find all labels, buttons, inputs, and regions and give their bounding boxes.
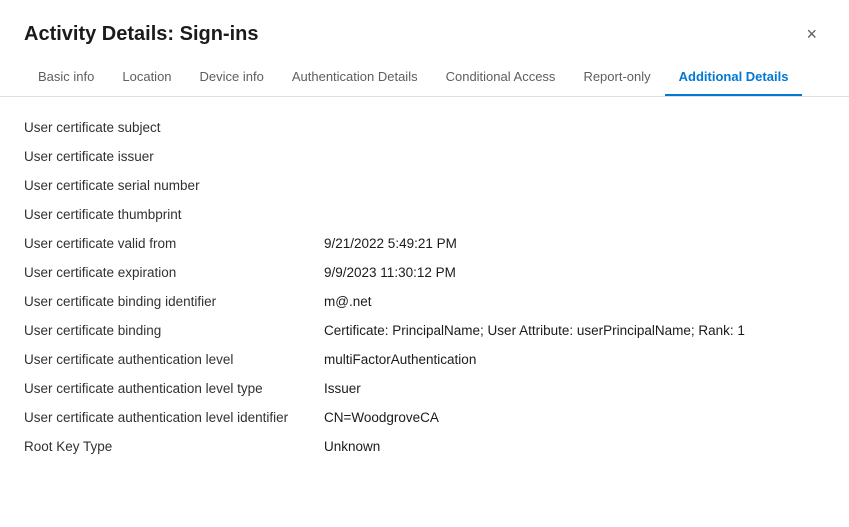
- table-row: User certificate binding identifierm@.ne…: [24, 287, 825, 316]
- detail-label: User certificate expiration: [24, 265, 324, 280]
- detail-label: User certificate subject: [24, 120, 324, 135]
- close-button[interactable]: ×: [798, 20, 825, 49]
- table-row: Root Key TypeUnknown: [24, 432, 825, 461]
- table-row: User certificate authentication level ty…: [24, 374, 825, 403]
- tab-location[interactable]: Location: [108, 59, 185, 96]
- panel-title: Activity Details: Sign-ins: [24, 23, 259, 46]
- detail-value: Unknown: [324, 439, 825, 454]
- tab-device-info[interactable]: Device info: [186, 59, 278, 96]
- detail-value: 9/9/2023 11:30:12 PM: [324, 265, 825, 280]
- detail-label: User certificate valid from: [24, 236, 324, 251]
- table-row: User certificate subject: [24, 113, 825, 142]
- tab-conditional-access[interactable]: Conditional Access: [432, 59, 570, 96]
- detail-label: User certificate issuer: [24, 149, 324, 164]
- tab-basic-info[interactable]: Basic info: [24, 59, 108, 96]
- detail-value: 9/21/2022 5:49:21 PM: [324, 236, 825, 251]
- table-row: User certificate authentication level id…: [24, 403, 825, 432]
- tab-additional-details[interactable]: Additional Details: [665, 59, 803, 96]
- detail-label: User certificate serial number: [24, 178, 324, 193]
- detail-label: User certificate authentication level: [24, 352, 324, 367]
- activity-details-panel: Activity Details: Sign-ins × Basic infoL…: [0, 0, 849, 527]
- tab-report-only[interactable]: Report-only: [569, 59, 664, 96]
- panel-header: Activity Details: Sign-ins ×: [0, 0, 849, 59]
- detail-value: Issuer: [324, 381, 825, 396]
- detail-label: Root Key Type: [24, 439, 324, 454]
- table-row: User certificate thumbprint: [24, 200, 825, 229]
- detail-label: User certificate binding identifier: [24, 294, 324, 309]
- table-row: User certificate valid from9/21/2022 5:4…: [24, 229, 825, 258]
- detail-label: User certificate authentication level ty…: [24, 381, 324, 396]
- detail-label: User certificate thumbprint: [24, 207, 324, 222]
- table-row: User certificate authentication levelmul…: [24, 345, 825, 374]
- tab-authentication-details[interactable]: Authentication Details: [278, 59, 432, 96]
- tab-bar: Basic infoLocationDevice infoAuthenticat…: [0, 59, 849, 97]
- detail-label: User certificate binding: [24, 323, 324, 338]
- detail-value: CN=WoodgroveCA: [324, 410, 825, 425]
- table-row: User certificate serial number: [24, 171, 825, 200]
- content-area: User certificate subject User certificate…: [0, 97, 849, 527]
- table-row: User certificate bindingCertificate: Pri…: [24, 316, 825, 345]
- detail-value: multiFactorAuthentication: [324, 352, 825, 367]
- table-row: User certificate issuer: [24, 142, 825, 171]
- detail-value: Certificate: PrincipalName; User Attribu…: [324, 323, 825, 338]
- detail-value: m@.net: [324, 294, 825, 309]
- detail-label: User certificate authentication level id…: [24, 410, 324, 425]
- table-row: User certificate expiration9/9/2023 11:3…: [24, 258, 825, 287]
